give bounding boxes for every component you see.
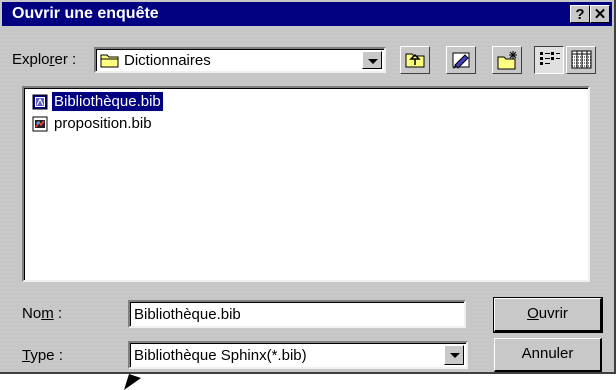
file-name-value: Bibliothèque.bib — [134, 306, 241, 323]
up-folder-icon — [405, 53, 425, 68]
new-folder-icon — [497, 51, 517, 70]
file-type-value: Bibliothèque Sphinx(*.bib) — [134, 347, 307, 364]
file-name: Bibliothèque.bib — [51, 91, 164, 112]
file-type-dropdown-button[interactable] — [444, 345, 464, 365]
file-type-label: Type : — [22, 347, 63, 364]
open-survey-dialog: Ouvrir une enquête ? ✕ Explorer : Dictio… — [0, 0, 616, 374]
close-button[interactable]: ✕ — [590, 5, 610, 23]
list-view-button[interactable] — [534, 46, 564, 74]
look-in-label: Explorer : — [12, 51, 77, 68]
file-name-label: Nom : — [22, 305, 63, 322]
look-in-value: Dictionnaires — [124, 52, 211, 69]
up-folder-button[interactable] — [400, 46, 430, 74]
bib-file-icon — [32, 94, 48, 110]
file-type-combo[interactable]: Bibliothèque Sphinx(*.bib) — [128, 341, 468, 369]
folder-icon — [100, 52, 120, 72]
look-in-combo[interactable]: Dictionnaires — [94, 47, 386, 73]
bib-file-icon — [32, 116, 48, 132]
new-folder-button[interactable] — [492, 46, 522, 74]
window-title: Ouvrir une enquête — [12, 5, 159, 22]
cancel-button[interactable]: Annuler — [494, 338, 602, 372]
file-list[interactable]: Bibliothèque.bib proposition.bib — [22, 86, 590, 282]
desktop-icon — [452, 52, 470, 69]
open-button[interactable]: Ouvrir — [493, 297, 603, 333]
help-button[interactable]: ? — [570, 5, 590, 23]
list-view-icon — [540, 52, 560, 65]
look-in-dropdown-button[interactable] — [362, 51, 382, 69]
file-name: proposition.bib — [54, 115, 152, 132]
details-view-icon — [571, 50, 592, 69]
details-view-button[interactable] — [566, 46, 596, 74]
title-bar[interactable]: Ouvrir une enquête ? ✕ — [2, 2, 612, 26]
mouse-pointer-icon — [124, 374, 141, 390]
desktop-button[interactable] — [446, 46, 476, 74]
file-name-input[interactable]: Bibliothèque.bib — [128, 300, 466, 328]
